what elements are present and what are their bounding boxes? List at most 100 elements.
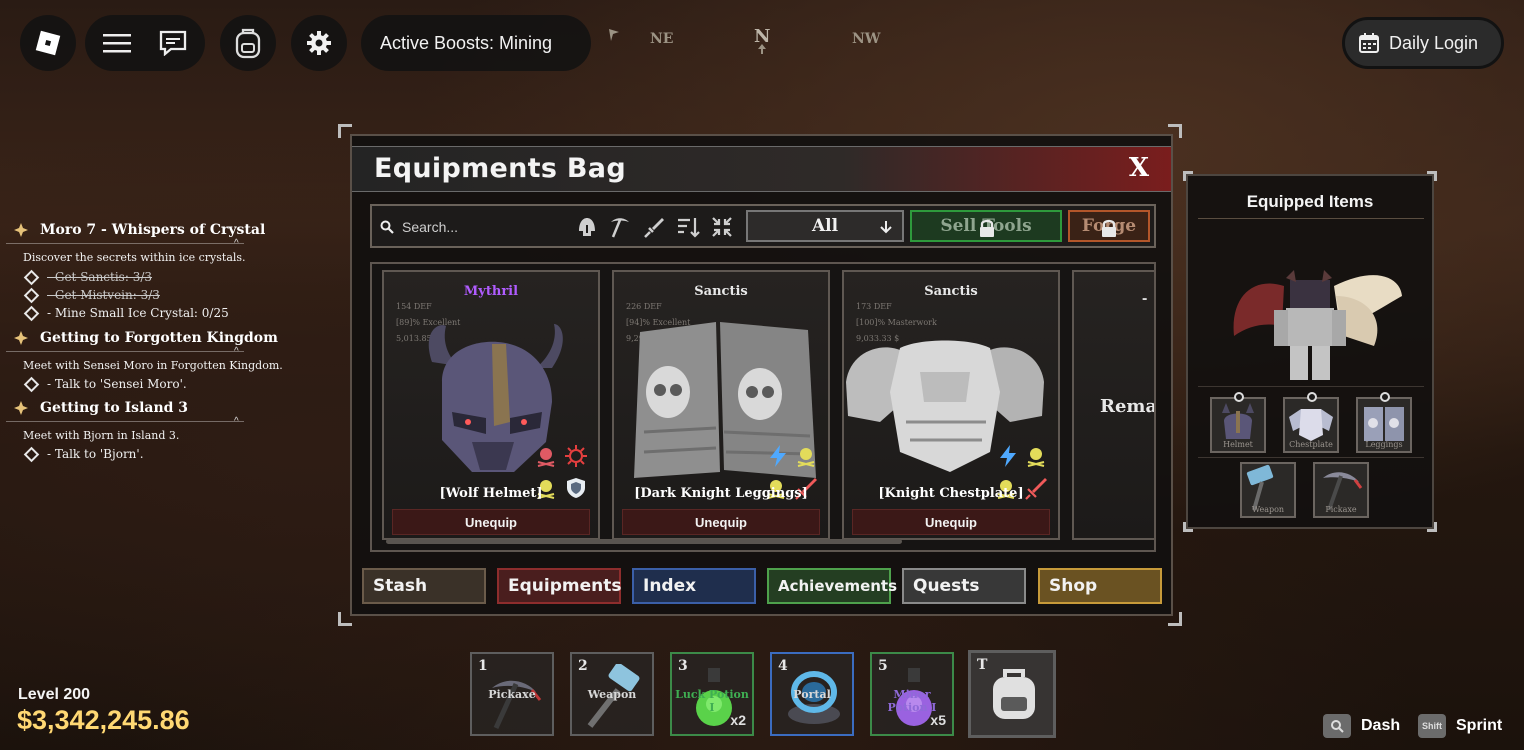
quest-task: - Get Sanctis: 3/3 bbox=[23, 269, 152, 285]
hotbar-slot-1[interactable]: 1 Pickaxe bbox=[470, 652, 554, 736]
item-defense: 154 DEF bbox=[396, 302, 432, 311]
gear-icon bbox=[307, 31, 331, 55]
hotbar-item-name: Miner Potion I bbox=[887, 688, 937, 714]
search-box[interactable]: Search... bbox=[380, 212, 570, 242]
bag-tabs: Stash Equipments Index Achievements Ques… bbox=[362, 568, 1162, 606]
hotbar-slot-2[interactable]: 2 Weapon bbox=[570, 652, 654, 736]
active-boosts-indicator[interactable]: Active Boosts: Mining bbox=[361, 15, 591, 71]
hotbar-key: 5 bbox=[878, 658, 888, 674]
roblox-menu-button[interactable] bbox=[20, 15, 76, 71]
hotbar-key: 3 bbox=[678, 658, 688, 674]
active-boosts-label: Active Boosts: Mining bbox=[380, 32, 553, 53]
item-rarity: Sanctis bbox=[694, 284, 748, 299]
quest-title-text: Getting to Forgotten Kingdom bbox=[40, 330, 278, 346]
hotbar-slot-4[interactable]: 4 Portal bbox=[770, 652, 854, 736]
search-input[interactable]: Search... bbox=[402, 219, 458, 235]
unequip-button[interactable]: Unequip bbox=[622, 509, 820, 535]
sword-filter-icon[interactable] bbox=[642, 215, 666, 239]
hotbar-item-name: Luck Potion I bbox=[675, 688, 749, 714]
helmet-filter-icon[interactable] bbox=[575, 215, 599, 239]
equipped-slot-weapon[interactable]: Weapon bbox=[1240, 462, 1296, 518]
item-card[interactable]: Sanctis 173 DEF [100]% Masterwork 9,033.… bbox=[842, 270, 1060, 540]
task-diamond-icon bbox=[23, 305, 40, 321]
category-dropdown-value: All bbox=[811, 216, 839, 236]
equipped-slot-leggings[interactable]: Leggings bbox=[1356, 392, 1412, 453]
equipped-slot-helmet[interactable]: Helmet bbox=[1210, 392, 1266, 453]
tab-equipments[interactable]: Equipments bbox=[497, 568, 621, 604]
compass-bar: NE N NW bbox=[600, 22, 890, 54]
quest-star-icon bbox=[14, 223, 28, 237]
task-diamond-icon bbox=[23, 287, 40, 303]
tab-index[interactable]: Index bbox=[632, 568, 756, 604]
hotbar-slot-3[interactable]: 3 Luck Potion I x2 bbox=[670, 652, 754, 736]
calendar-icon bbox=[1359, 33, 1379, 53]
item-rarity: Mythril bbox=[463, 284, 519, 299]
daily-login-button[interactable]: Daily Login bbox=[1342, 17, 1504, 69]
close-button[interactable]: X bbox=[1129, 153, 1149, 183]
quest-title-text: Moro 7 - Whispers of Crystal bbox=[40, 222, 266, 238]
knight-chestplate-image bbox=[846, 340, 1044, 472]
slot-label: Chestplate bbox=[1289, 440, 1333, 449]
sprint-hint: Shift Sprint bbox=[1418, 714, 1502, 738]
equipped-slot-chestplate[interactable]: Chestplate bbox=[1283, 392, 1339, 453]
forge-button[interactable]: Forge bbox=[1068, 210, 1150, 242]
dash-label: Dash bbox=[1361, 717, 1401, 734]
item-card[interactable]: Sanctis 226 DEF [94]% Excellent 9,298.97… bbox=[612, 270, 830, 540]
quest-title[interactable]: Getting to Forgotten Kingdom bbox=[14, 330, 278, 346]
sell-tools-button[interactable]: Sell Tools bbox=[910, 210, 1062, 242]
compass-heading-arrow-icon bbox=[758, 44, 766, 54]
character-preview-image bbox=[1233, 270, 1402, 380]
item-name: [Dark Knight Leggings] bbox=[634, 486, 808, 501]
item-name: Remai bbox=[1100, 396, 1156, 417]
quest-title[interactable]: Moro 7 - Whispers of Crystal bbox=[14, 222, 265, 238]
poison-skull-badge-icon bbox=[537, 448, 555, 467]
quest-title[interactable]: Getting to Island 3 bbox=[14, 400, 188, 416]
hotbar-slot-5[interactable]: 5 Miner Potion I x5 bbox=[870, 652, 954, 736]
quest-task-text: - Mine Small Ice Crystal: 0/25 bbox=[47, 306, 229, 320]
item-rarity: - bbox=[1142, 290, 1148, 307]
items-grid: Mythril 154 DEF [89]% Excellent 5,013.85… bbox=[370, 262, 1156, 552]
bag-toolbar: Search... All Sell Tools Forge bbox=[370, 204, 1156, 248]
item-rarity: Sanctis bbox=[924, 284, 978, 299]
equipped-slot-pickaxe[interactable]: Pickaxe bbox=[1313, 462, 1369, 518]
search-icon bbox=[380, 220, 394, 234]
quest-task: - Talk to 'Sensei Moro'. bbox=[23, 376, 187, 392]
equipments-bag-modal: Equipments Bag X Search... All Sell Tool… bbox=[350, 134, 1173, 616]
daily-login-label: Daily Login bbox=[1389, 32, 1479, 53]
pickaxe-filter-icon[interactable] bbox=[608, 215, 632, 239]
tab-shop[interactable]: Shop bbox=[1038, 568, 1162, 604]
backpack-button[interactable] bbox=[220, 15, 276, 71]
quest-task-text: - Get Mistvein: 3/3 bbox=[47, 288, 160, 302]
settings-button[interactable] bbox=[291, 15, 347, 71]
backpack-icon bbox=[993, 669, 1035, 719]
lock-icon bbox=[1102, 219, 1116, 237]
chat-icon[interactable] bbox=[159, 30, 187, 56]
tab-quests[interactable]: Quests bbox=[902, 568, 1026, 604]
sort-icon[interactable] bbox=[676, 215, 700, 239]
backpack-icon bbox=[235, 28, 261, 59]
unequip-button[interactable]: Unequip bbox=[852, 509, 1050, 535]
unequip-button[interactable]: Unequip bbox=[392, 509, 590, 535]
pickaxe-icon bbox=[492, 680, 542, 730]
roblox-logo-icon bbox=[35, 30, 61, 56]
hotbar-item-name: Pickaxe bbox=[488, 688, 536, 701]
hamburger-menu-icon[interactable] bbox=[103, 32, 131, 54]
item-card[interactable]: Mythril 154 DEF [89]% Excellent 5,013.85… bbox=[382, 270, 600, 540]
quest-description: Meet with Bjorn in Island 3. bbox=[23, 429, 180, 442]
modal-title: Equipments Bag bbox=[374, 153, 626, 184]
task-diamond-icon bbox=[23, 269, 40, 285]
category-dropdown[interactable]: All bbox=[746, 210, 904, 242]
collapse-icon[interactable] bbox=[710, 215, 734, 239]
hotbar-slot-backpack[interactable]: T bbox=[968, 650, 1056, 738]
quest-divider bbox=[6, 243, 244, 244]
hotbar-item-count: x5 bbox=[930, 712, 946, 728]
item-card[interactable]: - Remai bbox=[1072, 270, 1156, 540]
slot-label: Weapon bbox=[1251, 505, 1285, 514]
horizontal-scrollbar[interactable] bbox=[386, 539, 902, 544]
tab-achievements[interactable]: Achievements bbox=[767, 568, 897, 604]
tab-stash[interactable]: Stash bbox=[362, 568, 486, 604]
q-key-icon bbox=[1323, 714, 1351, 738]
quest-task: - Mine Small Ice Crystal: 0/25 bbox=[23, 305, 229, 321]
quest-task: - Talk to 'Bjorn'. bbox=[23, 446, 144, 462]
compass-ne: NE bbox=[650, 31, 674, 47]
